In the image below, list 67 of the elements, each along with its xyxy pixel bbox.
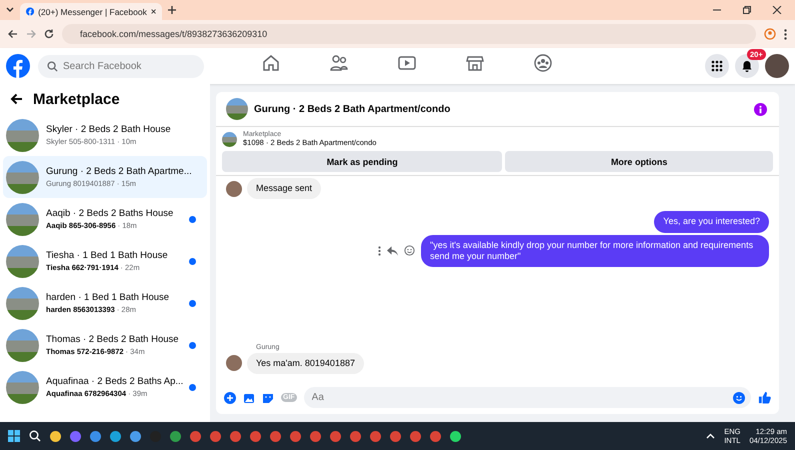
- new-tab-icon[interactable]: [168, 6, 176, 14]
- menu-icon[interactable]: [784, 28, 787, 40]
- plus-icon[interactable]: [224, 392, 236, 404]
- search-icon[interactable]: [29, 430, 41, 442]
- mark-pending-button[interactable]: Mark as pending: [222, 151, 502, 172]
- reply-icon[interactable]: [387, 246, 398, 256]
- photo-icon[interactable]: [243, 392, 255, 404]
- avatar: [226, 355, 242, 372]
- conversation-title: Aaqib · 2 Beds 2 Baths House: [46, 208, 174, 219]
- listing-photo: [6, 244, 39, 278]
- avatar[interactable]: [765, 54, 789, 78]
- more-icon[interactable]: [378, 246, 381, 256]
- app-icon[interactable]: [170, 430, 181, 442]
- listing-photo: [6, 118, 39, 152]
- facebook-logo-icon[interactable]: [6, 54, 30, 78]
- thumbs-up-icon[interactable]: [758, 391, 771, 404]
- sticker-icon[interactable]: [262, 392, 274, 404]
- app-icon[interactable]: [130, 430, 141, 442]
- home-icon[interactable]: [262, 54, 280, 72]
- tab-title: (20+) Messenger | Facebook: [38, 6, 147, 16]
- reload-icon[interactable]: [44, 29, 54, 39]
- listing-photo: [226, 98, 248, 120]
- caret-icon[interactable]: [706, 433, 716, 439]
- video-icon[interactable]: [398, 54, 416, 72]
- sidebar-title: Marketplace: [33, 90, 120, 108]
- back-icon[interactable]: [10, 93, 23, 105]
- browser-tab[interactable]: (20+) Messenger | Facebook: [20, 3, 162, 20]
- listing-photo: [222, 132, 237, 146]
- conversation-title: Gurung · 2 Beds 2 Bath Apartme...: [46, 166, 193, 177]
- avatar: [226, 180, 242, 197]
- app-icon[interactable]: [110, 430, 121, 442]
- back-icon[interactable]: [8, 29, 18, 39]
- app-icon[interactable]: [70, 430, 81, 442]
- close-tab-icon[interactable]: [150, 8, 156, 15]
- emoji-icon[interactable]: [404, 245, 415, 256]
- bell-icon: [741, 60, 753, 72]
- people-icon[interactable]: [330, 54, 348, 72]
- menu-button[interactable]: [705, 54, 729, 78]
- message-bubble: Message sent: [247, 178, 322, 200]
- store-icon[interactable]: [466, 54, 484, 72]
- address-bar[interactable]: facebook.com/messages/t/8938273636209310: [62, 24, 756, 44]
- more-options-button[interactable]: More options: [505, 151, 773, 172]
- conversation-title: Tiesha · 1 Bed 1 Bath House: [46, 250, 169, 261]
- listing-photo: [6, 370, 39, 404]
- message-bubble: Yes ma'am. 8019401887: [247, 352, 364, 374]
- listing-photo: [6, 202, 39, 236]
- group-icon[interactable]: [534, 54, 552, 72]
- listing-photo: [6, 286, 39, 320]
- start-icon[interactable]: [8, 430, 20, 442]
- chat-title: Gurung · 2 Beds 2 Bath Apartment/condo: [254, 104, 450, 114]
- facebook-logo-icon: [26, 6, 34, 17]
- search-field[interactable]: Search Facebook: [38, 54, 204, 78]
- message-field[interactable]: Aa: [304, 387, 751, 408]
- info-icon[interactable]: [754, 102, 767, 116]
- emoji-icon[interactable]: [733, 392, 745, 404]
- conversation-title: Skyler · 2 Beds 2 Bath House: [46, 124, 172, 135]
- listing-photo: [6, 328, 39, 362]
- conversation-title: harden · 1 Bed 1 Bath House: [46, 292, 170, 303]
- profile-icon[interactable]: [764, 28, 776, 40]
- message-bubble: Yes, are you interested?: [654, 211, 769, 232]
- conversation-title: Thomas · 2 Beds 2 Bath House: [46, 334, 180, 345]
- grid-icon: [711, 60, 723, 72]
- search-icon: [47, 60, 58, 72]
- message-bubble: "yes it's available kindly drop your number for more information and requirements send me your number": [421, 234, 769, 267]
- listing-photo: [6, 160, 39, 194]
- conversation-title: Aquafinaa · 2 Beds 2 Baths Ap...: [46, 376, 182, 387]
- chevron-down-icon[interactable]: [6, 7, 14, 13]
